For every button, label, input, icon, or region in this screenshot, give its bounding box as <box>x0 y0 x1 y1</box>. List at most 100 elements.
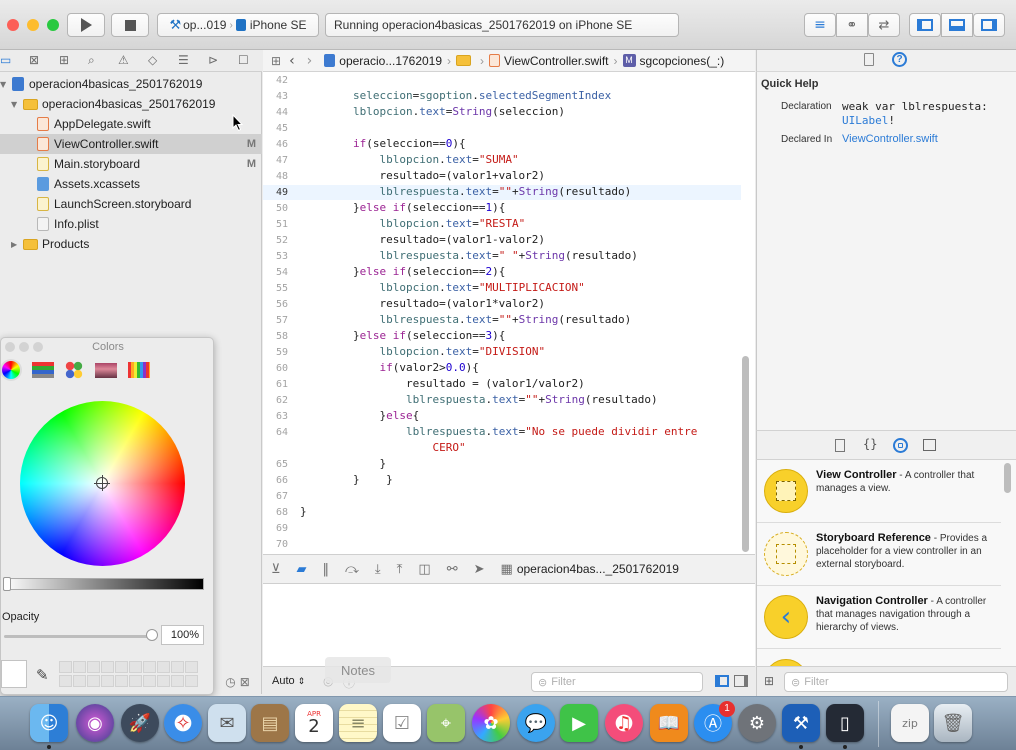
current-color-well[interactable] <box>1 660 27 688</box>
folder-icon[interactable] <box>456 55 472 66</box>
file-template-icon[interactable] <box>835 439 845 452</box>
scheme-selector[interactable]: ⚒ op...019 › iPhone SE <box>157 13 319 37</box>
tree-item-assets[interactable]: Assets.xcassets <box>0 174 262 194</box>
back-arrow-icon[interactable]: ‹ <box>289 53 295 69</box>
color-swatch[interactable] <box>73 675 86 687</box>
related-items-icon[interactable]: ⊞ <box>271 54 281 68</box>
step-over-icon[interactable]: ⤼ <box>345 562 359 577</box>
tree-item-viewcontroller[interactable]: ViewController.swift M <box>0 134 262 154</box>
brightness-slider-thumb[interactable] <box>3 577 11 591</box>
system-preferences-icon[interactable]: ⚙ <box>738 704 776 742</box>
close-panel-button[interactable] <box>5 342 15 352</box>
color-swatch[interactable] <box>185 661 198 673</box>
color-swatch[interactable] <box>171 661 184 673</box>
trash-icon[interactable]: 🗑 <box>934 704 972 742</box>
opacity-slider-thumb[interactable] <box>146 629 158 641</box>
color-swatch[interactable] <box>157 661 170 673</box>
assistant-editor-button[interactable]: ⚭ <box>836 13 868 37</box>
color-sliders-tab-icon[interactable] <box>32 362 54 378</box>
color-swatch[interactable] <box>143 661 156 673</box>
source-editor[interactable]: 42 43 44 45 46 47 48 49 50 51 52 53 54 55 56 57 58 59 60 61… <box>263 72 755 554</box>
pause-icon[interactable]: ‖ <box>323 562 330 577</box>
close-window-button[interactable] <box>7 19 19 31</box>
maps-icon[interactable]: ⌖ <box>427 704 465 742</box>
library-item-view-controller[interactable]: View Controller - A controller that mana… <box>757 460 1001 523</box>
console-area[interactable] <box>263 584 755 666</box>
tree-item-appdelegate[interactable]: AppDelegate.swift <box>0 114 262 134</box>
zoom-panel-button[interactable] <box>33 342 43 352</box>
library-item-navigation-controller[interactable]: ‹ Navigation Controller - A controller t… <box>757 586 1001 649</box>
zip-file-icon[interactable]: zip <box>891 704 929 742</box>
version-editor-button[interactable]: ⇄ <box>868 13 900 37</box>
variables-scope-select[interactable]: Auto ⇕ <box>272 675 305 687</box>
stop-button[interactable] <box>111 13 149 37</box>
library-scrollbar[interactable] <box>1004 463 1011 493</box>
tree-item-project[interactable]: ▼ operacion4basicas_2501762019 <box>0 74 262 94</box>
run-button[interactable] <box>67 13 105 37</box>
minimize-window-button[interactable] <box>27 19 39 31</box>
color-swatch[interactable] <box>185 675 198 687</box>
jumpbar-file[interactable]: ViewController.swift <box>504 54 608 68</box>
standard-editor-button[interactable]: ≡ <box>804 13 836 37</box>
tree-item-main-storyboard[interactable]: Main.storyboard M <box>0 154 262 174</box>
grid-view-icon[interactable]: ⊞ <box>764 674 774 688</box>
color-wheel[interactable] <box>20 401 185 566</box>
report-icon[interactable]: ☐ <box>238 53 249 67</box>
debug-process-label[interactable]: operacion4bas..._2501762019 <box>517 562 679 576</box>
ibooks-icon[interactable]: 📖 <box>650 704 688 742</box>
simulator-icon[interactable]: ▯ <box>826 704 864 742</box>
toggle-debug-area-button[interactable] <box>941 13 973 37</box>
color-swatch[interactable] <box>73 661 86 673</box>
step-out-icon[interactable]: ⤒ <box>397 562 403 577</box>
media-library-icon[interactable] <box>923 439 936 451</box>
filter-box-icon[interactable]: ⊠ <box>240 675 250 689</box>
test-icon[interactable]: ◇ <box>148 53 157 67</box>
eyedropper-icon[interactable]: ✎ <box>36 666 49 684</box>
tree-item-products[interactable]: ▶ Products <box>0 234 262 254</box>
siri-icon[interactable]: ◉ <box>76 704 114 742</box>
source-control-icon[interactable]: ⊠ <box>29 53 39 67</box>
warning-icon[interactable]: ⚠ <box>118 53 129 67</box>
color-swatch[interactable] <box>129 675 142 687</box>
view-debugger-icon[interactable]: ◫ <box>418 562 430 577</box>
minimize-panel-button[interactable] <box>19 342 29 352</box>
brightness-slider[interactable] <box>3 577 204 591</box>
facetime-icon[interactable]: ▶ <box>560 704 598 742</box>
color-swatch[interactable] <box>59 675 72 687</box>
messages-icon[interactable]: 💬 <box>517 704 555 742</box>
photos-icon[interactable]: ✿ <box>472 704 510 742</box>
color-swatch[interactable] <box>157 675 170 687</box>
color-palettes-tab-icon[interactable] <box>64 360 84 380</box>
itunes-icon[interactable]: ♫ <box>605 704 643 742</box>
color-swatch[interactable] <box>129 661 142 673</box>
notes-app-icon[interactable]: ≡ <box>339 704 377 742</box>
step-into-icon[interactable]: ⤓ <box>375 562 381 577</box>
help-icon[interactable]: ? <box>892 52 907 67</box>
disclosure-closed-icon[interactable]: ▶ <box>11 240 21 249</box>
calendar-icon[interactable]: APR 2 <box>295 704 333 742</box>
color-swatch[interactable] <box>59 661 72 673</box>
debug-icon[interactable]: ☰ <box>178 53 189 67</box>
tree-item-launchscreen[interactable]: LaunchScreen.storyboard <box>0 194 262 214</box>
object-library-icon[interactable] <box>893 438 908 453</box>
color-swatch[interactable] <box>171 675 184 687</box>
disclosure-open-icon[interactable]: ▼ <box>0 80 10 89</box>
jumpbar-method[interactable]: sgcopciones(_:) <box>640 54 725 68</box>
finder-icon[interactable]: ☺ <box>30 704 68 742</box>
file-inspector-icon[interactable] <box>864 53 874 66</box>
toggle-inspector-button[interactable] <box>973 13 1005 37</box>
code-snippet-icon[interactable]: {} <box>863 437 877 451</box>
opacity-field[interactable]: 100% <box>161 625 204 645</box>
image-palettes-tab-icon[interactable] <box>95 363 117 378</box>
breakpoint-icon[interactable]: ⊳ <box>208 53 218 67</box>
crayons-tab-icon[interactable] <box>128 362 150 378</box>
declaration-type-link[interactable]: UILabel <box>842 114 888 127</box>
color-swatch[interactable] <box>101 675 114 687</box>
console-filter-input[interactable]: ⊜ Filter <box>531 672 703 692</box>
xcode-icon[interactable]: ⚒ <box>782 704 820 742</box>
show-variables-icon[interactable] <box>715 675 729 687</box>
color-swatch[interactable] <box>101 661 114 673</box>
tree-item-infoplist[interactable]: Info.plist <box>0 214 262 234</box>
opacity-slider[interactable] <box>4 629 158 641</box>
reminders-icon[interactable]: ☑ <box>383 704 421 742</box>
